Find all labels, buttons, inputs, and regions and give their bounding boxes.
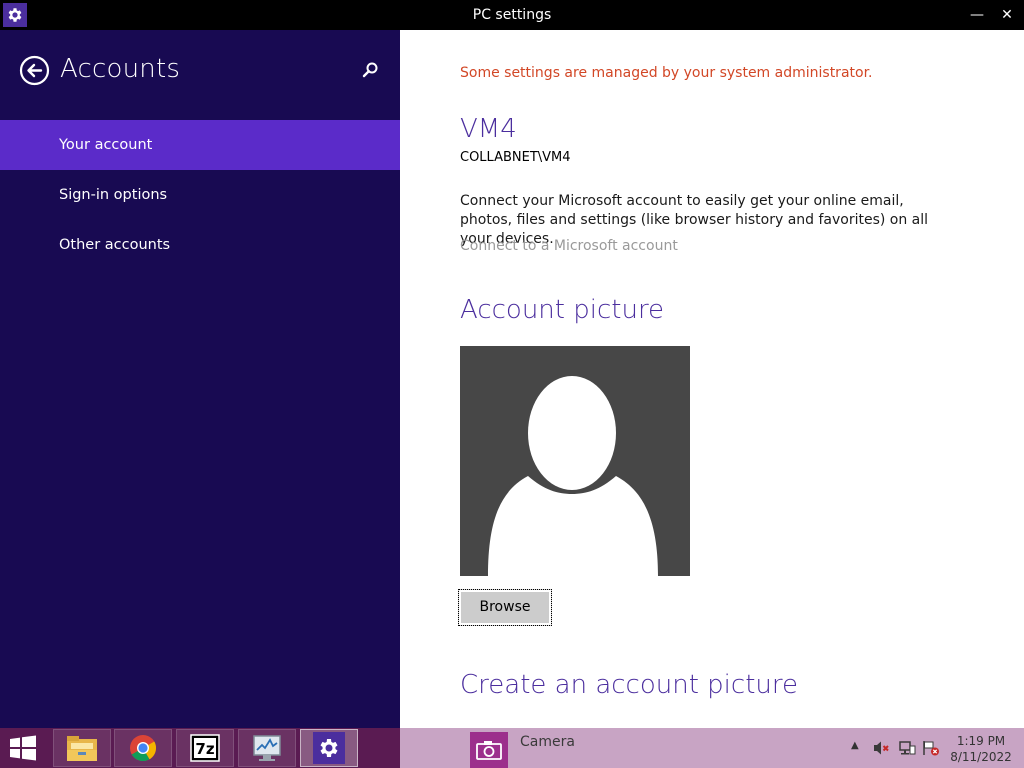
window-title: PC settings	[472, 7, 552, 23]
clock-date: 8/11/2022	[950, 750, 1012, 764]
sidebar-item-other-accounts[interactable]: Other accounts	[0, 220, 400, 270]
windows-start-icon[interactable]	[8, 735, 38, 761]
minimize-button[interactable]: —	[966, 4, 988, 26]
connect-microsoft-account-link[interactable]: Connect to a Microsoft account	[460, 238, 678, 254]
file-explorer-icon[interactable]	[53, 729, 111, 767]
camera-app-label[interactable]: Camera	[520, 734, 575, 750]
admin-notice: Some settings are managed by your system…	[460, 65, 873, 81]
sidebar-item-sign-in-options[interactable]: Sign-in options	[0, 170, 400, 220]
search-icon[interactable]	[360, 60, 380, 80]
clock-time: 1:19 PM	[956, 734, 1006, 748]
taskbar: 7z Camera ▲ 1:19 PM 8/11/2022	[0, 728, 1024, 768]
account-name: VM4	[460, 114, 517, 144]
user-silhouette-icon	[488, 376, 658, 576]
settings-icon[interactable]	[300, 729, 358, 767]
camera-icon[interactable]	[470, 732, 508, 768]
action-center-flag-icon[interactable]	[922, 740, 940, 756]
main-content: Some settings are managed by your system…	[400, 30, 1024, 728]
back-arrow-icon[interactable]	[19, 55, 50, 86]
browse-button[interactable]: Browse	[458, 589, 552, 626]
sidebar-item-your-account[interactable]: Your account	[0, 120, 400, 170]
network-icon[interactable]	[898, 740, 916, 756]
settings-tile	[313, 732, 345, 764]
volume-muted-icon[interactable]	[873, 740, 891, 756]
sidebar-title: Accounts	[60, 54, 181, 84]
resource-monitor-icon[interactable]	[238, 729, 296, 767]
sidebar: Accounts Your account Sign-in options Ot…	[0, 30, 400, 728]
avatar	[460, 346, 690, 576]
7zip-icon[interactable]: 7z	[176, 729, 234, 767]
svg-text:7z: 7z	[195, 740, 214, 758]
create-picture-heading: Create an account picture	[460, 670, 798, 700]
close-button[interactable]: ✕	[996, 4, 1018, 26]
chrome-icon[interactable]	[114, 729, 172, 767]
show-hidden-icons-button[interactable]: ▲	[851, 740, 859, 751]
account-domain: COLLABNET\VM4	[460, 150, 571, 165]
title-bar: PC settings — ✕	[0, 0, 1024, 30]
taskbar-clock[interactable]: 1:19 PM 8/11/2022	[948, 733, 1014, 765]
account-picture-heading: Account picture	[460, 295, 665, 325]
